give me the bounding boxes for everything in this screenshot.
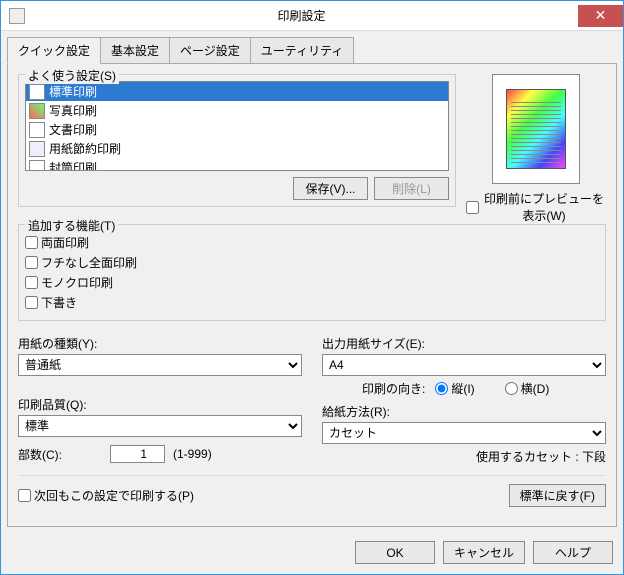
tab-page[interactable]: ページ設定 <box>169 37 251 64</box>
preview-page-icon <box>506 89 566 169</box>
size-select[interactable]: A4 <box>322 354 606 376</box>
show-preview-label: 印刷前にプレビューを表示(W) <box>482 190 606 224</box>
media-select[interactable]: 普通紙 <box>18 354 302 376</box>
always-use-label: 次回もこの設定で印刷する(P) <box>34 487 194 504</box>
duplex-label: 両面印刷 <box>41 234 89 251</box>
photo-icon <box>29 103 45 119</box>
tab-quick[interactable]: クイック設定 <box>7 37 101 64</box>
always-use-input[interactable] <box>18 489 31 502</box>
draft-label: 下書き <box>41 294 77 311</box>
copies-label: 部数(C): <box>18 446 62 463</box>
doc-icon <box>29 84 45 100</box>
orient-portrait-input[interactable] <box>435 382 448 395</box>
cassette-note: 使用するカセット : 下段 <box>322 448 606 465</box>
print-settings-window: 印刷設定 ✕ クイック設定 基本設定 ページ設定 ユーティリティ よく使う設定(… <box>0 0 624 575</box>
tabs: クイック設定 基本設定 ページ設定 ユーティリティ <box>1 31 623 64</box>
copies-input[interactable] <box>110 445 165 463</box>
preset-label: 写真印刷 <box>49 102 97 119</box>
borderless-input[interactable] <box>25 256 38 269</box>
borderless-label: フチなし全面印刷 <box>41 254 137 271</box>
draft-checkbox[interactable]: 下書き <box>25 294 599 311</box>
orient-landscape[interactable]: 横(D) <box>505 380 550 397</box>
quality-select[interactable]: 標準 <box>18 415 302 437</box>
orient-landscape-label: 横(D) <box>521 380 550 397</box>
quality-label: 印刷品質(Q): <box>18 396 302 413</box>
help-button[interactable]: ヘルプ <box>533 541 613 564</box>
show-preview-checkbox[interactable]: 印刷前にプレビューを表示(W) <box>466 190 606 224</box>
tab-body: よく使う設定(S) 標準印刷 写真印刷 文書印刷 用紙節約印刷 封筒印刷 保存(… <box>7 63 617 527</box>
tab-utility[interactable]: ユーティリティ <box>250 37 355 64</box>
orient-label: 印刷の向き: <box>362 380 425 397</box>
features-group: 追加する機能(T) 両面印刷 フチなし全面印刷 モノクロ印刷 下書き <box>18 224 606 321</box>
save-icon <box>29 141 45 157</box>
delete-preset-button[interactable]: 削除(L) <box>374 177 449 200</box>
cancel-button[interactable]: キャンセル <box>443 541 525 564</box>
preview-pane <box>492 74 580 184</box>
size-label: 出力用紙サイズ(E): <box>322 335 606 352</box>
presets-group: よく使う設定(S) 標準印刷 写真印刷 文書印刷 用紙節約印刷 封筒印刷 保存(… <box>18 74 456 207</box>
presets-label: よく使う設定(S) <box>25 67 119 84</box>
orient-landscape-input[interactable] <box>505 382 518 395</box>
presets-list[interactable]: 標準印刷 写真印刷 文書印刷 用紙節約印刷 封筒印刷 <box>25 81 449 171</box>
printer-icon <box>9 8 25 24</box>
show-preview-input[interactable] <box>466 201 479 214</box>
draft-input[interactable] <box>25 296 38 309</box>
media-label: 用紙の種類(Y): <box>18 335 302 352</box>
mono-label: モノクロ印刷 <box>41 274 113 291</box>
preset-photo[interactable]: 写真印刷 <box>26 101 448 120</box>
dialog-buttons: OK キャンセル ヘルプ <box>1 533 623 574</box>
preset-document[interactable]: 文書印刷 <box>26 120 448 139</box>
source-select[interactable]: カセット <box>322 422 606 444</box>
copies-range: (1-999) <box>173 447 212 461</box>
window-title: 印刷設定 <box>25 7 578 24</box>
preset-label: 用紙節約印刷 <box>49 140 121 157</box>
title-bar: 印刷設定 ✕ <box>1 1 623 31</box>
close-button[interactable]: ✕ <box>578 5 623 27</box>
preset-label: 標準印刷 <box>49 83 97 100</box>
doc-icon <box>29 122 45 138</box>
features-label: 追加する機能(T) <box>25 217 118 234</box>
borderless-checkbox[interactable]: フチなし全面印刷 <box>25 254 599 271</box>
tab-basic[interactable]: 基本設定 <box>100 37 170 64</box>
orient-portrait[interactable]: 縦(I) <box>435 380 474 397</box>
duplex-checkbox[interactable]: 両面印刷 <box>25 234 599 251</box>
preset-label: 文書印刷 <box>49 121 97 138</box>
always-use-checkbox[interactable]: 次回もこの設定で印刷する(P) <box>18 487 194 504</box>
preset-label: 封筒印刷 <box>49 159 97 171</box>
ok-button[interactable]: OK <box>355 541 435 564</box>
duplex-input[interactable] <box>25 236 38 249</box>
save-preset-button[interactable]: 保存(V)... <box>293 177 368 200</box>
preset-envelope[interactable]: 封筒印刷 <box>26 158 448 171</box>
envelope-icon <box>29 160 45 172</box>
mono-input[interactable] <box>25 276 38 289</box>
preset-papersave[interactable]: 用紙節約印刷 <box>26 139 448 158</box>
orient-portrait-label: 縦(I) <box>451 380 474 397</box>
mono-checkbox[interactable]: モノクロ印刷 <box>25 274 599 291</box>
preset-standard[interactable]: 標準印刷 <box>26 82 448 101</box>
defaults-button[interactable]: 標準に戻す(F) <box>509 484 606 507</box>
source-label: 給紙方法(R): <box>322 403 606 420</box>
